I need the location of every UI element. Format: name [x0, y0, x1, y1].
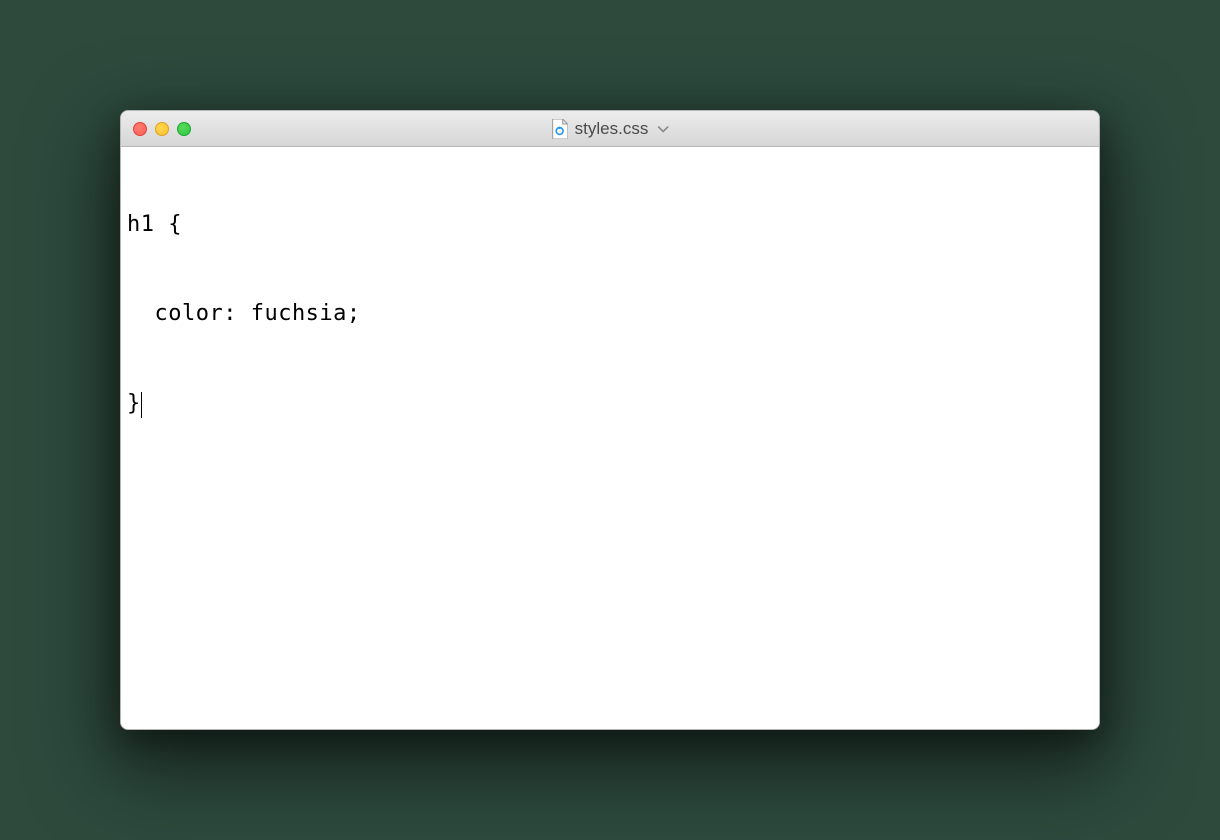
- code-line-1: h1 {: [127, 210, 1093, 240]
- text-cursor: [141, 392, 143, 418]
- title-center[interactable]: styles.css: [552, 119, 669, 139]
- traffic-lights: [133, 122, 191, 136]
- editor-content[interactable]: h1 { color: fuchsia; }: [121, 147, 1099, 729]
- titlebar[interactable]: styles.css: [121, 111, 1099, 147]
- code-line-2: color: fuchsia;: [127, 299, 1093, 329]
- code-line-3-wrapper: }: [127, 389, 1093, 419]
- minimize-button[interactable]: [155, 122, 169, 136]
- chevron-down-icon[interactable]: [657, 121, 668, 136]
- close-button[interactable]: [133, 122, 147, 136]
- css-file-icon: [552, 119, 568, 139]
- code-line-3: }: [127, 391, 141, 416]
- window-title: styles.css: [575, 119, 649, 139]
- zoom-button[interactable]: [177, 122, 191, 136]
- editor-window: styles.css h1 { color: fuchsia; }: [120, 110, 1100, 730]
